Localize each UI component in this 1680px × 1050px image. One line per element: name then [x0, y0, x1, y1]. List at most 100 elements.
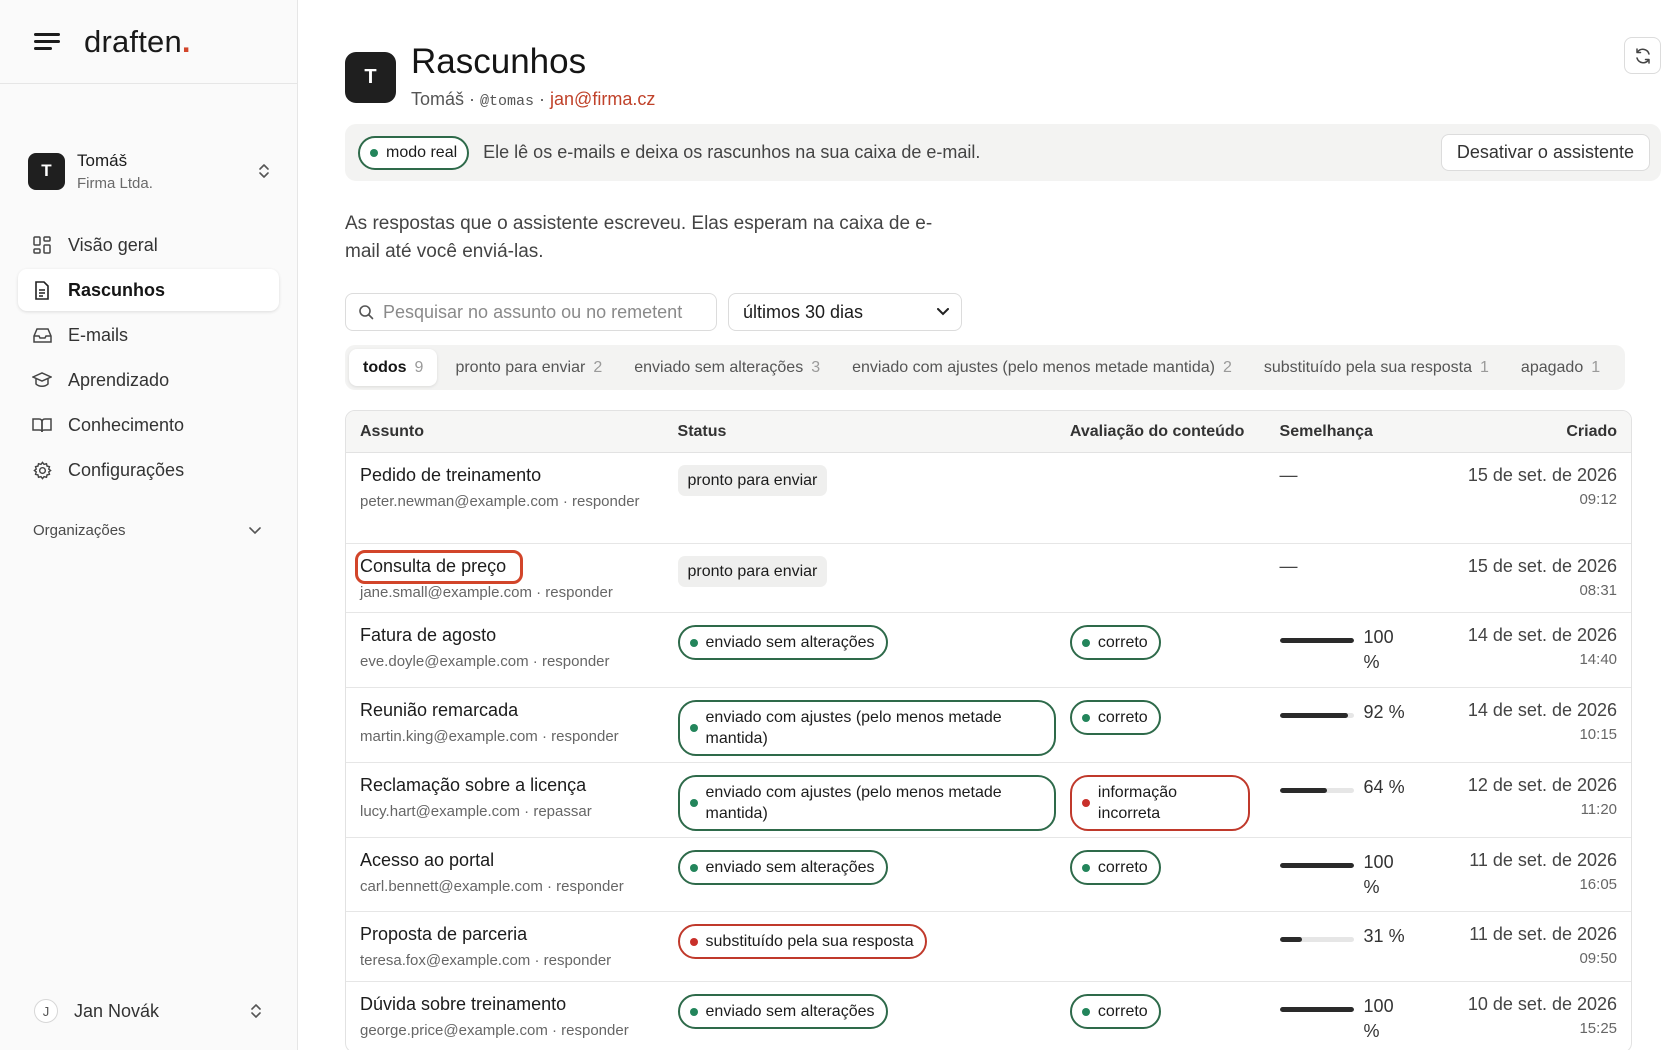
- table-row[interactable]: Reunião remarcada martin.king@example.com…: [346, 688, 1631, 763]
- account-info: Tomáš · @tomas · jan@firma.cz: [411, 89, 656, 110]
- row-subject[interactable]: Dúvida sobre treinamento: [360, 994, 666, 1015]
- refresh-icon: [1635, 47, 1650, 64]
- search-box[interactable]: [345, 293, 717, 331]
- row-subject[interactable]: Fatura de agosto: [360, 625, 666, 646]
- row-subject[interactable]: Reunião remarcada: [360, 700, 666, 721]
- row-subject[interactable]: Acesso ao portal: [360, 850, 666, 871]
- table-row[interactable]: Acesso ao portal carl.bennett@example.com…: [346, 838, 1631, 912]
- sidebar-item-configuracoes[interactable]: Configurações: [18, 449, 279, 491]
- row-subject[interactable]: Reclamação sobre a licença: [360, 775, 666, 796]
- similarity-bar: [1279, 937, 1354, 942]
- row-sender: eve.doyle@example.com · responder: [360, 653, 610, 670]
- similarity-value: 100 %: [1363, 627, 1394, 672]
- user-avatar: J: [34, 999, 58, 1023]
- org-switcher[interactable]: T Tomáš Firma Ltda.: [0, 84, 297, 224]
- search-input[interactable]: [383, 301, 703, 323]
- row-time: 11:20: [1580, 801, 1618, 818]
- sidebar-item-emails[interactable]: E-mails: [18, 314, 279, 356]
- table-row[interactable]: Proposta de parceria teresa.fox@example.c…: [346, 912, 1631, 982]
- similarity-meter: 31 %: [1279, 924, 1450, 949]
- organizations-toggle[interactable]: Organizações: [0, 494, 297, 539]
- row-sender: martin.king@example.com · responder: [360, 728, 619, 745]
- similarity-value: 31 %: [1363, 926, 1405, 946]
- page-title: Rascunhos: [411, 42, 587, 81]
- table-header: Assunto Status Avaliação do conteúdo Sem…: [346, 411, 1631, 453]
- sidebar-item-label: Rascunhos: [68, 279, 166, 300]
- org-avatar: T: [28, 152, 65, 190]
- org-user-name: Tomáš: [77, 150, 128, 170]
- row-date: 14 de set. de 2026: [1467, 625, 1618, 645]
- sidebar: draften. T Tomáš Firma Ltda. Visão geral…: [0, 0, 298, 1050]
- column-header-rating[interactable]: Avaliação do conteúdo: [1070, 423, 1280, 441]
- table-row[interactable]: Pedido de treinamento peter.newman@exampl…: [346, 453, 1631, 544]
- period-select[interactable]: últimos 30 dias: [728, 293, 962, 331]
- row-sender: carl.bennett@example.com · responder: [360, 878, 624, 895]
- tab-substituido[interactable]: substituído pela sua resposta 1: [1250, 349, 1503, 386]
- account-email[interactable]: jan@firma.cz: [550, 89, 655, 109]
- status-badge: pronto para enviar: [677, 556, 828, 587]
- row-time: 10:15: [1579, 726, 1618, 743]
- row-sender: george.price@example.com · responder: [360, 1022, 629, 1039]
- brand-logo[interactable]: draften.: [84, 24, 191, 60]
- mode-badge: modo real: [358, 135, 470, 170]
- tab-todos[interactable]: todos 9: [349, 349, 438, 386]
- sidebar-item-conhecimento[interactable]: Conhecimento: [18, 404, 279, 446]
- similarity-meter: 100 %: [1279, 625, 1450, 675]
- similarity-meter: 100 %: [1279, 994, 1450, 1044]
- similarity-bar: [1279, 788, 1354, 793]
- status-dot: [689, 799, 698, 807]
- rating-badge: correto: [1069, 625, 1161, 660]
- column-header-status[interactable]: Status: [666, 423, 1070, 441]
- status-dot: [689, 937, 698, 946]
- row-subject[interactable]: Proposta de parceria: [360, 924, 666, 945]
- similarity-empty: —: [1279, 465, 1298, 485]
- rating-badge: correto: [1069, 700, 1161, 735]
- sidebar-item-aprendizado[interactable]: Aprendizado: [18, 359, 279, 401]
- status-dot: [689, 638, 698, 647]
- mode-banner: modo real Ele lê os e-mails e deixa os r…: [345, 124, 1661, 181]
- document-icon: [32, 280, 52, 300]
- sidebar-item-label: Aprendizado: [68, 369, 170, 390]
- table-row[interactable]: Dúvida sobre treinamento george.price@exa…: [346, 982, 1631, 1050]
- selection-highlight: [355, 550, 523, 584]
- sidebar-item-visao-geral[interactable]: Visão geral: [18, 224, 279, 266]
- row-sender: peter.newman@example.com · responder: [360, 493, 640, 510]
- tab-enviado-com-ajustes[interactable]: enviado com ajustes (pelo menos metade m…: [838, 349, 1246, 386]
- rating-badge: correto: [1069, 850, 1161, 885]
- chevron-up-down-icon: [259, 164, 269, 178]
- row-subject[interactable]: Pedido de treinamento: [360, 465, 666, 486]
- table-row[interactable]: Consulta de preço jane.small@example.com …: [346, 544, 1631, 613]
- org-company-name: Firma Ltda.: [77, 174, 153, 192]
- column-header-created[interactable]: Criado: [1449, 423, 1631, 441]
- sidebar-item-label: Conhecimento: [68, 414, 185, 435]
- tab-enviado-sem-alteracoes[interactable]: enviado sem alterações 3: [620, 349, 834, 386]
- table-row[interactable]: Reclamação sobre a licença lucy.hart@exam…: [346, 763, 1631, 838]
- column-header-similarity[interactable]: Semelhança: [1280, 423, 1450, 441]
- rating-dot: [1081, 713, 1090, 722]
- tab-pronto-para-enviar[interactable]: pronto para enviar 2: [441, 349, 616, 386]
- account-handle: @tomas: [480, 93, 535, 110]
- sidebar-item-rascunhos[interactable]: Rascunhos: [18, 269, 279, 311]
- status-dot: [689, 724, 698, 732]
- status-dot: [689, 1007, 698, 1016]
- organizations-label: Organizações: [33, 522, 126, 539]
- search-icon: [359, 305, 374, 320]
- chevron-up-down-icon: [251, 1004, 261, 1018]
- deactivate-assistant-button[interactable]: Desativar o assistente: [1440, 134, 1650, 171]
- column-header-subject[interactable]: Assunto: [346, 423, 666, 441]
- tab-apagado[interactable]: apagado 1: [1507, 349, 1614, 386]
- status-badge: enviado sem alterações: [677, 994, 888, 1029]
- similarity-bar: [1279, 713, 1354, 718]
- brand-header: draften.: [0, 0, 297, 84]
- row-sender: lucy.hart@example.com · repassar: [360, 803, 592, 820]
- menu-icon[interactable]: [34, 32, 60, 51]
- row-date: 11 de set. de 2026: [1469, 850, 1618, 870]
- refresh-button[interactable]: [1624, 37, 1661, 74]
- table-row[interactable]: Fatura de agosto eve.doyle@example.com · …: [346, 613, 1631, 688]
- similarity-bar: [1279, 1007, 1354, 1012]
- similarity-bar: [1279, 863, 1354, 868]
- row-time: 09:12: [1579, 491, 1618, 508]
- user-switcher[interactable]: J Jan Novák: [34, 990, 263, 1032]
- status-badge: pronto para enviar: [677, 465, 828, 496]
- status-dot: [370, 148, 378, 157]
